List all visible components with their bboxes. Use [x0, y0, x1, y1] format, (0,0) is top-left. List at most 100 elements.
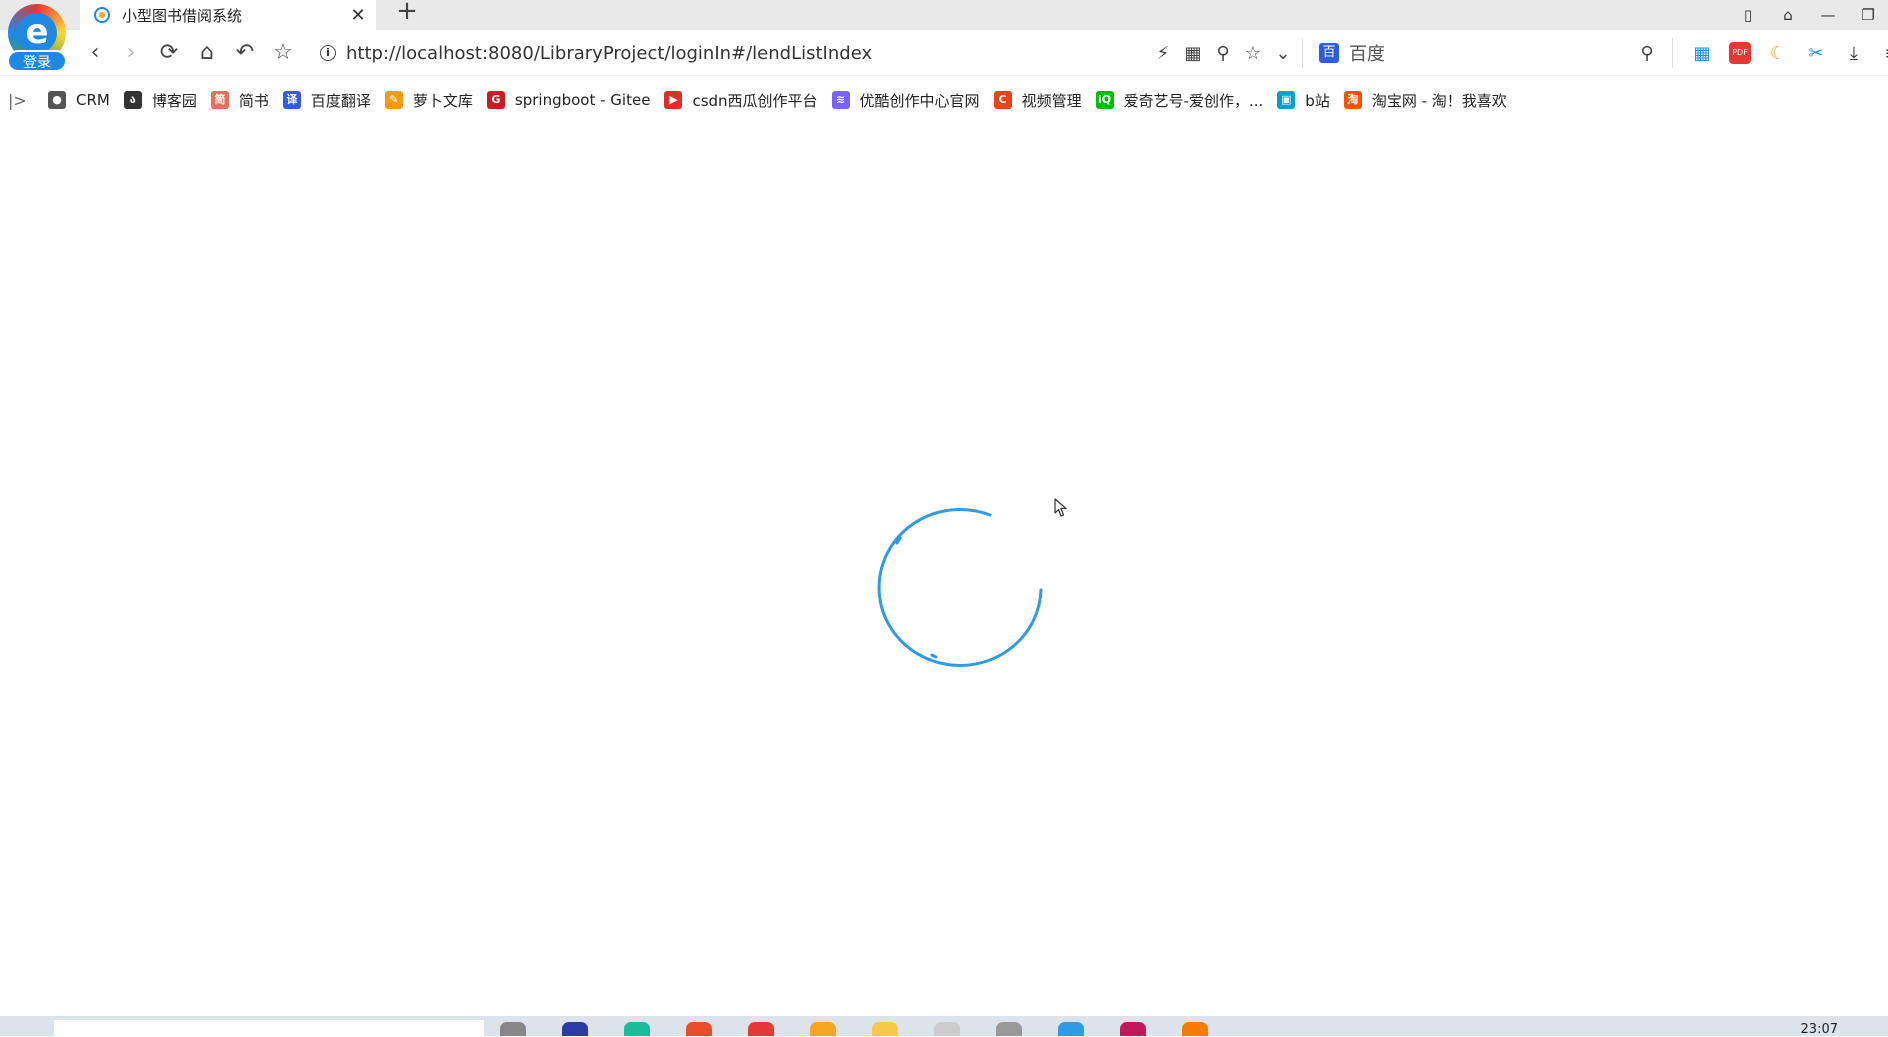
pdf-icon[interactable]: PDF	[1729, 42, 1751, 64]
login-button[interactable]: 登录	[7, 50, 67, 72]
taskbar-search-field[interactable]	[54, 1020, 484, 1036]
bookmark-item[interactable]: 译百度翻译	[282, 90, 371, 111]
youku-icon: ≋	[831, 91, 850, 109]
bookmark-label: 爱奇艺号-爱创作，...	[1123, 91, 1264, 110]
restore-button[interactable]: ❐	[1848, 6, 1888, 24]
bookmark-label: CRM	[76, 91, 110, 109]
skin-icon[interactable]: ⌂	[1768, 6, 1808, 24]
bookmark-item[interactable]: 简简书	[210, 90, 269, 111]
cnblogs-icon: ა	[123, 91, 142, 109]
bookmark-label: csdn西瓜创作平台	[692, 91, 818, 110]
back-button[interactable]: ‹	[80, 38, 110, 68]
tab-library-system[interactable]: 小型图书借阅系统 ✕	[80, 0, 376, 30]
reload-button[interactable]: ⟳	[154, 38, 184, 68]
bookmark-label: 优酷创作中心官网	[859, 91, 980, 110]
bookmark-item[interactable]: C 视频管理	[993, 90, 1082, 111]
bookmark-item[interactable]: ≋ 优酷创作中心官网	[831, 90, 980, 111]
search-box[interactable]: 百 百度 ⚲	[1302, 38, 1662, 68]
spinner-arc-lower	[930, 653, 938, 659]
tab-title: 小型图书借阅系统	[122, 6, 243, 25]
bookmarks-toggle-icon[interactable]: |>	[8, 91, 34, 110]
bookmark-label: 萝卜文库	[412, 91, 473, 110]
taobao-icon: 淘	[1343, 91, 1362, 109]
bookmark-item[interactable]: 淘淘宝网 - 淘！我喜欢	[1343, 90, 1507, 111]
bookmark-item[interactable]: ▣ b站	[1277, 90, 1330, 111]
taskbar-app-icon[interactable]	[1058, 1022, 1084, 1036]
title-bar: 小型图书借阅系统 ✕ + ▯ ⌂ — ❐	[0, 0, 1888, 30]
loading-spinner-icon	[877, 507, 1043, 667]
apps-grid-icon[interactable]: ▦	[1683, 43, 1721, 64]
night-mode-icon[interactable]: ☾	[1759, 43, 1797, 64]
site-info-icon[interactable]: i	[320, 45, 336, 61]
menu-icon[interactable]: ≡	[1873, 43, 1888, 64]
bookmark-item[interactable]: Gspringboot - Gitee	[486, 91, 651, 109]
bookmark-label: 简书	[238, 91, 269, 110]
tile-window-icon[interactable]: ▯	[1728, 6, 1768, 24]
taskbar-app-icon[interactable]	[996, 1022, 1022, 1036]
bookmark-label: b站	[1305, 91, 1330, 110]
taskbar-app-icon[interactable]	[686, 1022, 712, 1036]
os-taskbar: 23:07	[0, 1016, 1888, 1037]
translate-icon: 译	[282, 91, 301, 109]
gitee-icon: G	[486, 91, 505, 109]
bookmarks-list: ● CRM ა 博客园简简书译百度翻译 ✎ 萝卜文库 Gspringboot - Gitee…	[48, 90, 1521, 111]
taskbar-apps	[500, 1022, 1244, 1036]
taskbar-app-icon[interactable]	[872, 1022, 898, 1036]
mouse-cursor-icon	[1054, 498, 1067, 517]
screenshot-icon[interactable]: ✂	[1797, 43, 1835, 64]
taskbar-app-icon[interactable]	[1120, 1022, 1146, 1036]
browser-logo[interactable]: e 登录	[4, 2, 68, 72]
site-favicon-icon	[94, 7, 110, 23]
bilibili-icon: ▣	[1277, 91, 1296, 109]
address-bar[interactable]: i http://localhost:8080/LibraryProject/l…	[320, 38, 1140, 68]
taskbar-app-icon[interactable]	[934, 1022, 960, 1036]
new-tab-button[interactable]: +	[394, 0, 420, 30]
taskbar-app-icon[interactable]	[562, 1022, 588, 1036]
tab-close-icon[interactable]: ✕	[346, 5, 370, 26]
bookmark-item[interactable]: ▶ csdn西瓜创作平台	[664, 90, 818, 111]
baidu-paw-icon[interactable]: 百	[1319, 43, 1339, 63]
bookmark-item[interactable]: ✎ 萝卜文库	[384, 90, 473, 111]
minimize-button[interactable]: —	[1808, 6, 1848, 24]
browser-logo-letter: e	[17, 13, 57, 53]
globe-icon: ●	[48, 91, 66, 109]
taskbar-clock: 23:07	[1800, 1022, 1838, 1037]
bookmark-item[interactable]: ა 博客园	[123, 90, 197, 111]
forward-button[interactable]: ›	[116, 38, 146, 68]
address-tools: ⚡ ▦ ⚲ ☆ ⌄	[1148, 38, 1298, 68]
bookmark-item[interactable]: iQ 爱奇艺号-爱创作，...	[1095, 90, 1264, 111]
xigua-icon: ▶	[664, 91, 683, 109]
undo-close-button[interactable]: ↶	[230, 38, 260, 68]
zoom-icon[interactable]: ⚲	[1208, 43, 1238, 64]
bookmark-label: 博客园	[151, 91, 197, 110]
extension-toolbar: ▦ PDF ☾ ✂ ⤓ ≡	[1672, 38, 1888, 68]
navigation-bar: ‹ › ⟳ ⌂ ↶ ☆ i http://localhost:8080/Libr…	[0, 30, 1888, 76]
iqiyi-icon: iQ	[1095, 91, 1114, 109]
address-url[interactable]: http://localhost:8080/LibraryProject/log…	[346, 43, 872, 64]
favorite-button[interactable]: ☆	[268, 38, 298, 68]
dropdown-chevron-icon[interactable]: ⌄	[1268, 43, 1298, 64]
search-input[interactable]: 百度	[1349, 40, 1632, 66]
window-controls: ▯ ⌂ — ❐	[1728, 0, 1888, 30]
bookmark-star-icon[interactable]: ☆	[1238, 43, 1268, 64]
csdn-icon: C	[993, 91, 1012, 109]
speed-mode-icon[interactable]: ⚡	[1148, 43, 1178, 64]
bookmark-label: springboot - Gitee	[514, 91, 651, 109]
taskbar-app-icon[interactable]	[1182, 1022, 1208, 1036]
qr-code-icon[interactable]: ▦	[1178, 43, 1208, 64]
taskbar-app-icon[interactable]	[748, 1022, 774, 1036]
carrot-icon: ✎	[384, 91, 403, 109]
bookmark-item[interactable]: ● CRM	[48, 91, 110, 109]
bookmarks-bar: |> ● CRM ა 博客园简简书译百度翻译 ✎ 萝卜文库 Gspringboot - Gi…	[0, 86, 1888, 114]
bookmark-label: 淘宝网 - 淘！我喜欢	[1371, 91, 1507, 110]
taskbar-app-icon[interactable]	[500, 1022, 526, 1036]
spinner-arc-main	[877, 507, 1043, 667]
taskbar-app-icon[interactable]	[624, 1022, 650, 1036]
bookmark-label: 百度翻译	[310, 91, 371, 110]
taskbar-app-icon[interactable]	[810, 1022, 836, 1036]
search-icon[interactable]: ⚲	[1632, 43, 1662, 64]
jianshu-icon: 简	[210, 91, 229, 109]
home-button[interactable]: ⌂	[192, 38, 222, 68]
bookmark-label: 视频管理	[1021, 91, 1082, 110]
download-icon[interactable]: ⤓	[1835, 43, 1873, 64]
